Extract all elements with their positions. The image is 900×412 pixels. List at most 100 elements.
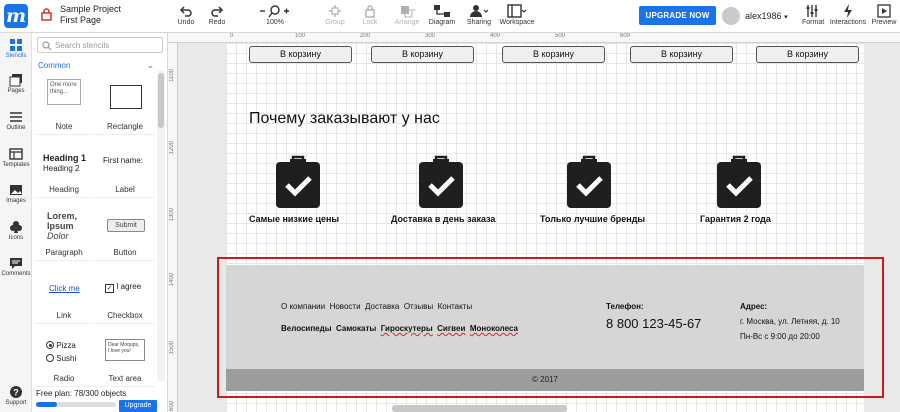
cart-button[interactable]: В корзину [630, 46, 733, 63]
stencil-note[interactable]: One more thing... Note [34, 73, 94, 135]
feature-label[interactable]: Самые низкие цены [249, 214, 339, 224]
paragraph-preview: Lorem, Ipsum Dolor [47, 211, 77, 241]
stencil-label: Text area [108, 374, 142, 383]
stencil-radio[interactable]: Pizza Sushi Radio [34, 325, 94, 387]
avatar[interactable] [722, 7, 740, 25]
diagram-button[interactable]: Diagram [428, 2, 456, 32]
plan-progress-fill [36, 402, 57, 407]
page-name[interactable]: First Page [60, 15, 121, 26]
rail-item-pages[interactable]: Pages [0, 73, 32, 94]
why-title[interactable]: Почему заказывают у нас [249, 110, 440, 128]
feature-label[interactable]: Только лучшие бренды [540, 214, 645, 224]
stencil-label: Checkbox [107, 311, 143, 320]
club-icon [10, 221, 22, 233]
stencil-heading[interactable]: Heading 1 Heading 2 Heading [34, 136, 94, 198]
rail-label: Support [5, 400, 27, 406]
radio-option: Pizza [46, 339, 76, 352]
rail-label: Icons [8, 235, 24, 241]
canvas-horizontal-scrollbar[interactable] [392, 405, 567, 412]
rail-label: Comments [1, 271, 31, 277]
upgrade-now-button[interactable]: UPGRADE NOW [639, 6, 716, 25]
templates-icon [9, 148, 23, 160]
rail-item-images[interactable]: Images [0, 183, 32, 204]
ruler-tick: 500 [555, 33, 566, 39]
rail-item-outline[interactable]: Outline [0, 110, 32, 131]
stencil-label: Paragraph [45, 248, 83, 257]
stencil-label: Label [115, 185, 135, 194]
svg-text:?: ? [13, 388, 19, 398]
note-preview-text: One more thing... [50, 82, 77, 95]
chevron-down-icon[interactable]: ⌄ [147, 61, 154, 70]
undo-label: Undo [177, 19, 195, 26]
clipboard-check-icon[interactable] [417, 155, 465, 209]
top-toolbar: m Sample Project First Page Undo Redo 10… [0, 0, 900, 33]
stencil-checkbox[interactable]: ✓ I agree Checkbox [95, 262, 155, 324]
textarea-text: Dear Moqups, I love you! [108, 342, 140, 354]
ruler-tick: 1600 [169, 401, 175, 412]
project-name[interactable]: Sample Project [60, 4, 121, 15]
workspace-button[interactable]: Workspace [498, 2, 536, 32]
app-logo[interactable]: m [4, 4, 28, 28]
stencil-label: Button [113, 248, 137, 257]
cart-button[interactable]: В корзину [756, 46, 859, 63]
zoom-control[interactable]: 100% [256, 2, 294, 32]
vertical-ruler: 1100 1200 1300 1400 1500 1600 [168, 43, 178, 412]
stencil-button[interactable]: Submit Button [95, 199, 155, 261]
stencil-label-item[interactable]: First name: Label [95, 136, 155, 198]
clipboard-check-icon[interactable] [565, 155, 613, 209]
image-icon [10, 185, 22, 195]
preview-button[interactable]: Preview [870, 2, 898, 32]
rail-item-stencils[interactable]: Stencils [0, 38, 32, 59]
cart-button[interactable]: В корзину [249, 46, 352, 63]
selection-highlight [217, 257, 884, 398]
cart-button[interactable]: В корзину [502, 46, 605, 63]
stencil-rectangle[interactable]: Rectangle [95, 73, 155, 135]
pages-icon [9, 74, 22, 87]
zoom-icon [260, 5, 289, 18]
clipboard-check-icon[interactable] [715, 155, 763, 209]
button-preview: Submit [107, 219, 145, 232]
interactions-button[interactable]: Interactions [828, 2, 868, 32]
radio-empty-icon [46, 354, 54, 362]
rail-item-support[interactable]: ? Support [0, 385, 32, 406]
section-common[interactable]: Common [38, 61, 70, 70]
outline-icon [10, 112, 22, 122]
upgrade-button[interactable]: Upgrade [119, 400, 157, 412]
checkbox-text: I agree [116, 282, 142, 291]
clipboard-check-icon[interactable] [274, 155, 322, 209]
grid-icon [10, 39, 22, 51]
preview-label: Preview [871, 19, 897, 26]
lightning-icon [844, 4, 852, 18]
format-button[interactable]: Format [802, 2, 824, 32]
undo-button[interactable]: Undo [174, 2, 198, 32]
stencil-label: Note [55, 122, 73, 131]
group-button[interactable]: Group [322, 2, 348, 32]
feature-label[interactable]: Гарантия 2 года [700, 214, 771, 224]
feature-label[interactable]: Доставка в день заказа [391, 214, 495, 224]
group-label: Group [325, 19, 345, 26]
redo-icon [211, 6, 224, 17]
stencil-paragraph[interactable]: Lorem, Ipsum Dolor Paragraph [34, 199, 94, 261]
redo-button[interactable]: Redo [205, 2, 229, 32]
search-stencils-input[interactable]: Search stencils [37, 37, 163, 53]
interactions-label: Interactions [829, 19, 867, 26]
arrange-button[interactable]: Arrange [392, 2, 422, 32]
stencil-label: Heading [49, 185, 79, 194]
rail-item-comments[interactable]: Comments [0, 256, 32, 277]
lock-button[interactable]: Lock [358, 2, 382, 32]
note-preview: One more thing... [47, 79, 81, 105]
user-menu[interactable]: alex1986 ▾ [745, 11, 788, 21]
ruler-tick: 1300 [169, 208, 175, 222]
padlock-icon [365, 5, 375, 18]
stencil-textarea[interactable]: Dear Moqups, I love you! Text area [95, 325, 155, 387]
lock-icon[interactable] [41, 8, 52, 21]
workspace-label: Workspace [499, 19, 535, 26]
rail-label: Stencils [5, 53, 27, 59]
sliders-icon [806, 5, 818, 17]
cart-button[interactable]: В корзину [371, 46, 474, 63]
rail-item-icons[interactable]: Icons [0, 220, 32, 241]
sharing-button[interactable]: Sharing [464, 2, 494, 32]
stencil-link[interactable]: Click me Link [34, 262, 94, 324]
stencil-scrollbar[interactable] [158, 73, 164, 128]
rail-item-templates[interactable]: Templates [0, 147, 32, 168]
